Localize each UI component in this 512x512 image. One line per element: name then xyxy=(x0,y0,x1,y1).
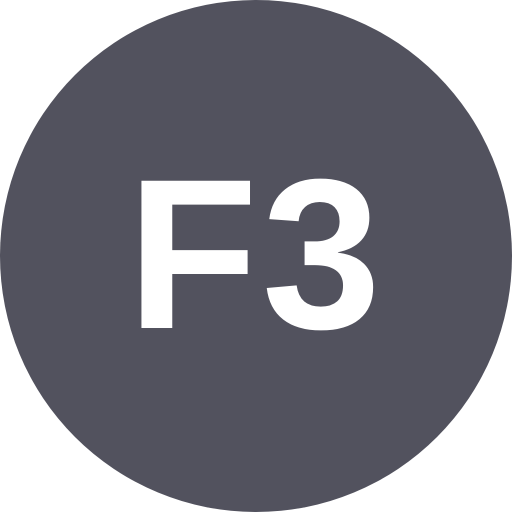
function-key-f3-icon: F3 xyxy=(0,0,512,512)
key-label: F3 xyxy=(127,135,385,374)
canvas: F3 xyxy=(0,0,512,512)
